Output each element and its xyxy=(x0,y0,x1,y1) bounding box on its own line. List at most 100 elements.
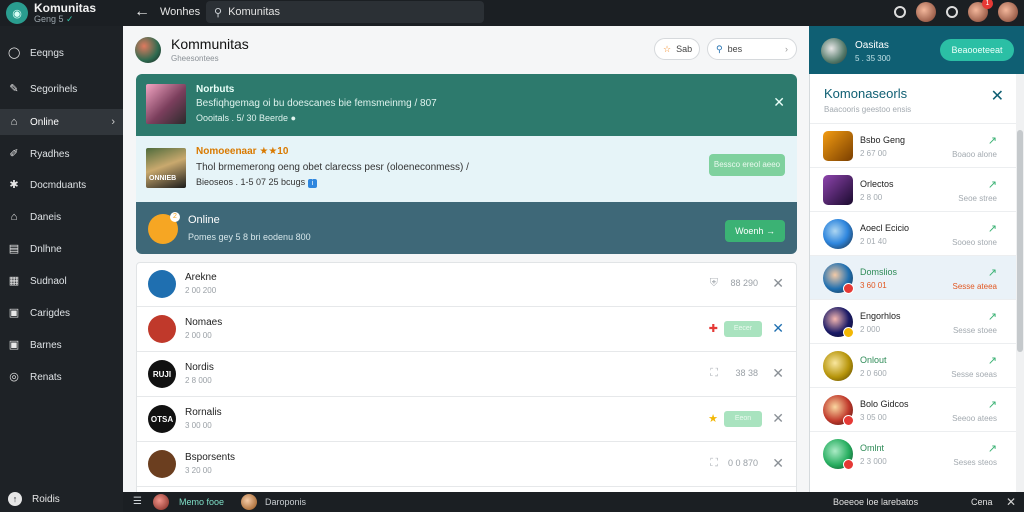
document-icon: ▤ xyxy=(8,243,20,255)
list-item[interactable]: Arekne 2 00 200 ⛨ 88 290 ✕ xyxy=(137,263,796,307)
trend-up-icon: ↗ xyxy=(987,267,997,279)
scrollbar-thumb[interactable] xyxy=(1017,130,1023,352)
game-item[interactable]: Bsbo Geng 2 67 00 ↗ Boaoo alone xyxy=(810,123,1016,167)
sidebar-item-8[interactable]: ▣ Carigdes xyxy=(0,300,123,326)
game-item[interactable]: Omlnt 2 3 000 ↗ Seses steos xyxy=(810,431,1016,475)
badge-icon xyxy=(843,415,854,426)
sidebar-item-7[interactable]: ▦ Sudnaol xyxy=(0,268,123,294)
game-thumbnail xyxy=(823,351,853,381)
game-item-selected[interactable]: Domslios 3 60 01 ↗ Sesse ateea xyxy=(810,255,1016,299)
avatar xyxy=(148,450,176,478)
list-item[interactable]: Bsporsents 3 20 00 ⛶ 0 0 870 ✕ xyxy=(137,443,796,487)
game-thumbnail xyxy=(823,175,853,205)
back-arrow-icon[interactable]: ← xyxy=(133,3,151,21)
channel-avatar[interactable] xyxy=(135,36,161,63)
badge-icon xyxy=(843,283,854,294)
close-icon[interactable]: ✕ xyxy=(773,94,785,111)
close-icon[interactable]: ✕ xyxy=(772,275,784,292)
square-icon: ▣ xyxy=(8,339,20,351)
channel-search[interactable]: ⚲ bes › xyxy=(707,38,797,60)
close-icon[interactable]: ✕ xyxy=(772,320,784,337)
sidebar-item-3[interactable]: ✐ Ryadhes xyxy=(0,141,123,167)
home-icon: ⌂ xyxy=(10,116,18,128)
main-panel: Kommunitas Gheesontees ☆ Sab ⚲ bes › Norbut… xyxy=(123,26,809,492)
sidebar-item-online[interactable]: ⌂ Online › xyxy=(0,109,123,135)
panel-title: Komonaseorls xyxy=(824,86,908,101)
brand[interactable]: ◉ Komunitas Geng 5 ✓ xyxy=(6,2,96,24)
game-thumbnail xyxy=(823,219,853,249)
games-panel: Komonaseorls Baacooris geestoo ensis ✕ B… xyxy=(809,74,1016,492)
game-item[interactable]: Engorhlos 2 000 ↗ Sesse stoee xyxy=(810,299,1016,343)
list-item[interactable]: Nomaes 2 00 00 ✚ Eecer ✕ xyxy=(137,308,796,352)
join-button[interactable]: Beaooeteeat xyxy=(940,39,1014,61)
online-badge-icon: 2 xyxy=(148,212,180,244)
close-icon[interactable]: ✕ xyxy=(991,86,1004,106)
global-search-input[interactable] xyxy=(228,6,469,18)
event-thumbnail: ONNIEB xyxy=(146,148,186,188)
right-scrollbar[interactable] xyxy=(1016,74,1024,492)
right-panel-header: Oasitas 5 . 35 300 Beaooeteeat xyxy=(809,26,1024,74)
list-item[interactable]: OTSA Rornalis 3 00 00 ★ Eeon ✕ xyxy=(137,398,796,442)
user-avatar[interactable] xyxy=(998,2,1018,22)
notification-avatar[interactable]: 1 xyxy=(968,0,993,22)
sidebar-item-0[interactable]: ◯ Eeqngs xyxy=(0,40,123,66)
search-icon: ⚲ xyxy=(214,6,223,19)
avatar[interactable] xyxy=(821,38,847,64)
trend-up-icon: ↗ xyxy=(987,135,997,147)
sidebar-item-4[interactable]: ✱ Docmduants xyxy=(0,172,123,198)
star-button[interactable]: ☆ Sab xyxy=(654,38,700,60)
close-icon[interactable]: ✕ xyxy=(772,410,784,427)
square-icon: ▣ xyxy=(8,307,20,319)
game-item[interactable]: Onlout 2 0 600 ↗ Sesse soeas xyxy=(810,343,1016,387)
event-action-button[interactable]: Bessco ereol aeeo xyxy=(709,154,785,176)
online-action-button[interactable]: Woenh → xyxy=(725,220,785,242)
settings-icon[interactable] xyxy=(946,6,958,18)
trend-up-icon: ↗ xyxy=(987,311,997,323)
breadcrumb[interactable]: Wonhes xyxy=(160,6,200,18)
game-item[interactable]: Orlectos 2 8 00 ↗ Seoe stree xyxy=(810,167,1016,211)
avatar xyxy=(148,270,176,298)
circle-icon: ◎ xyxy=(9,371,19,383)
close-icon[interactable]: ✕ xyxy=(1006,495,1016,509)
list-item[interactable]: RUJI Nordis 2 8 000 ⛶ 38 38 ✕ xyxy=(137,353,796,397)
friend-avatar[interactable] xyxy=(916,2,936,22)
status-icon[interactable] xyxy=(894,6,906,18)
grid-icon: ▦ xyxy=(8,275,20,287)
sidebar-item-1[interactable]: ✎ Segorihels xyxy=(0,76,123,102)
banner-thumbnail xyxy=(146,84,186,124)
shield-icon: ⛨ xyxy=(709,277,718,289)
close-icon[interactable]: ✕ xyxy=(772,455,784,472)
trend-up-icon: ↗ xyxy=(987,179,997,191)
trend-up-icon: ↗ xyxy=(987,399,997,411)
trend-up-icon: ↗ xyxy=(987,355,997,367)
pin-icon: ✐ xyxy=(9,148,19,160)
game-item[interactable]: Bolo Gidcos 3 05 00 ↗ Seeoo atees xyxy=(810,387,1016,431)
app-name: Komunitas xyxy=(34,1,97,15)
channel-header: Kommunitas Gheesontees xyxy=(135,36,249,63)
game-item[interactable]: Aoecl Ecicio 2 01 40 ↗ Sooeo stone xyxy=(810,211,1016,255)
menu-icon[interactable]: ☰ xyxy=(133,496,142,507)
avatar[interactable] xyxy=(153,494,169,510)
sidebar-item-5[interactable]: ⌂ Daneis xyxy=(0,204,123,230)
sidebar-item-6[interactable]: ▤ Dnlhne xyxy=(0,236,123,262)
house-icon: ⌂ xyxy=(10,211,18,223)
game-thumbnail xyxy=(823,131,853,161)
circle-icon: ◯ xyxy=(8,47,21,59)
global-search[interactable]: ⚲ xyxy=(206,1,484,23)
status-badge[interactable]: Eecer xyxy=(724,321,762,337)
close-icon[interactable]: ✕ xyxy=(772,365,784,382)
page-subtitle: Gheesontees xyxy=(171,54,219,63)
info-icon: i xyxy=(308,179,318,188)
pencil-icon: ✎ xyxy=(9,83,19,95)
banner-news[interactable]: Norbuts Besfiqhgemag oi bu doescanes bie… xyxy=(136,74,797,136)
page-title: Kommunitas xyxy=(171,36,249,52)
status-badge[interactable]: Eeon xyxy=(724,411,762,427)
sidebar-item-10[interactable]: ◎ Renats xyxy=(0,364,123,390)
sidebar-item-9[interactable]: ▣ Barnes xyxy=(0,332,123,358)
banner-event[interactable]: ONNIEB Nomoeenaar ★★10 Thol brmemerong o… xyxy=(136,136,797,202)
banner-online[interactable]: 2 Online Pomes gey 5 8 bri eodenu 800 Wo… xyxy=(136,202,797,254)
arrow-right-icon: → xyxy=(765,226,775,236)
lock-icon: ⛶ xyxy=(710,367,718,379)
sidebar-bottom-item[interactable]: ↑ Roidis xyxy=(0,486,123,512)
avatar[interactable] xyxy=(241,494,257,510)
